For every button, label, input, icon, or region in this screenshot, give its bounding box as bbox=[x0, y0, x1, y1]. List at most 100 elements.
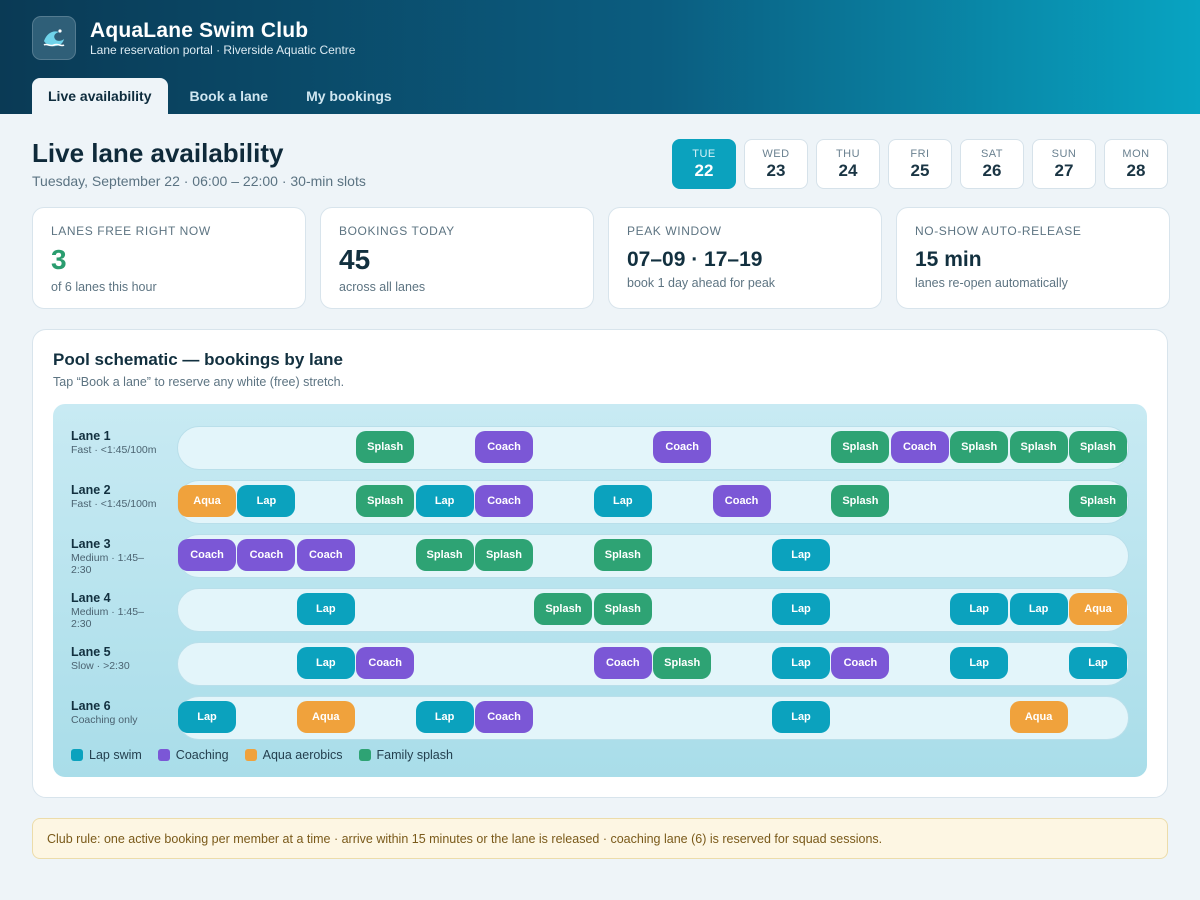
booking-block-lap[interactable]: Lap bbox=[772, 593, 830, 625]
booking-block-coach[interactable]: Coach bbox=[890, 431, 949, 463]
booking-block-coach[interactable]: Coach bbox=[178, 539, 236, 571]
day-button-tue[interactable]: TUE 22 bbox=[672, 139, 736, 189]
stat-value: 45 bbox=[339, 244, 371, 275]
lane-track[interactable]: Splash Coach Coach Splash Coach Splash Splash S… bbox=[177, 426, 1129, 470]
day-date: 26 bbox=[982, 160, 1002, 180]
booking-block-lap[interactable]: Lap bbox=[1009, 593, 1068, 625]
booking-block-coach[interactable]: Coach bbox=[475, 701, 533, 733]
day-button-thu[interactable]: THU 24 bbox=[816, 139, 880, 189]
booking-block-splash[interactable]: Splash bbox=[1069, 431, 1127, 463]
booking-block-splash[interactable]: Splash bbox=[593, 593, 652, 625]
booking-block-lap[interactable]: Lap bbox=[415, 485, 474, 517]
lane-description: Coaching only bbox=[71, 714, 138, 726]
lane-row: Lane 2 Fast · <1:45/100m Aqua Lap Splash Lap C… bbox=[53, 480, 1147, 524]
lane-name: Lane 6 bbox=[71, 699, 111, 713]
app-title: AquaLane Swim Club bbox=[90, 19, 309, 42]
day-button-mon[interactable]: MON 28 bbox=[1104, 139, 1168, 189]
booking-block-coach[interactable]: Coach bbox=[237, 539, 296, 571]
booking-block-aqua[interactable]: Aqua bbox=[1009, 701, 1068, 733]
legend-item-lap: Lap swim bbox=[71, 748, 142, 762]
stat-label: LANES FREE RIGHT NOW bbox=[51, 224, 211, 238]
day-button-fri[interactable]: FRI 25 bbox=[888, 139, 952, 189]
booking-block-coach[interactable]: Coach bbox=[712, 485, 771, 517]
lane-track[interactable]: Aqua Lap Splash Lap Coach Lap Coach Splash Splas… bbox=[177, 480, 1129, 524]
booking-block-splash[interactable]: Splash bbox=[831, 431, 890, 463]
pool-title: Pool schematic — bookings by lane bbox=[53, 350, 344, 369]
legend: Lap swim Coaching Aqua aerobics Family spla… bbox=[71, 748, 469, 762]
booking-block-splash[interactable]: Splash bbox=[653, 647, 712, 679]
booking-block-splash[interactable]: Splash bbox=[593, 539, 652, 571]
tab-live-availability[interactable]: Live availability bbox=[32, 78, 168, 114]
booking-block-coach[interactable]: Coach bbox=[296, 539, 355, 571]
tab-my-bookings[interactable]: My bookings bbox=[290, 78, 408, 114]
day-date: 22 bbox=[694, 160, 714, 180]
day-button-wed[interactable]: WED 23 bbox=[744, 139, 808, 189]
lane-track[interactable]: Lap Splash Splash Lap Lap Lap Aqua bbox=[177, 588, 1129, 632]
booking-block-coach[interactable]: Coach bbox=[831, 647, 890, 679]
legend-label: Aqua aerobics bbox=[262, 748, 343, 762]
booking-block-coach[interactable]: Coach bbox=[653, 431, 712, 463]
booking-block-lap[interactable]: Lap bbox=[772, 701, 830, 733]
booking-block-lap[interactable]: Lap bbox=[415, 701, 474, 733]
lane-description: Slow · >2:30 bbox=[71, 660, 130, 672]
booking-block-lap[interactable]: Lap bbox=[296, 593, 355, 625]
booking-block-coach[interactable]: Coach bbox=[475, 431, 533, 463]
lane-description: Fast · <1:45/100m bbox=[71, 444, 157, 456]
booking-block-lap[interactable]: Lap bbox=[950, 593, 1009, 625]
booking-block-lap[interactable]: Lap bbox=[593, 485, 652, 517]
lane-row: Lane 6 Coaching only Lap Aqua Lap Coach Lap Aqu… bbox=[53, 696, 1147, 740]
day-weekday: WED bbox=[762, 147, 790, 160]
legend-label: Lap swim bbox=[89, 748, 142, 762]
booking-block-aqua[interactable]: Aqua bbox=[296, 701, 355, 733]
tab-book-a-lane[interactable]: Book a lane bbox=[174, 78, 285, 114]
lane-name: Lane 4 bbox=[71, 591, 111, 605]
lane-description: Fast · <1:45/100m bbox=[71, 498, 157, 510]
pool-schematic-card: Pool schematic — bookings by lane Tap “B… bbox=[32, 329, 1168, 798]
day-date: 27 bbox=[1054, 160, 1074, 180]
booking-block-lap[interactable]: Lap bbox=[772, 647, 830, 679]
stat-label: PEAK WINDOW bbox=[627, 224, 722, 238]
lane-name: Lane 5 bbox=[71, 645, 111, 659]
booking-block-lap[interactable]: Lap bbox=[296, 647, 355, 679]
booking-block-aqua[interactable]: Aqua bbox=[178, 485, 236, 517]
booking-block-splash[interactable]: Splash bbox=[356, 485, 415, 517]
stat-hint: lanes re-open automatically bbox=[915, 276, 1068, 290]
booking-block-lap[interactable]: Lap bbox=[950, 647, 1009, 679]
legend-swatch bbox=[358, 749, 371, 761]
stat-value: 15 min bbox=[915, 248, 982, 271]
lane-description: Medium · 1:45–2:30 bbox=[71, 552, 144, 576]
lane-row: Lane 4 Medium · 1:45–2:30 Lap Splash Splash L… bbox=[53, 588, 1147, 632]
legend-label: Coaching bbox=[175, 748, 229, 762]
booking-block-splash[interactable]: Splash bbox=[1009, 431, 1068, 463]
booking-block-lap[interactable]: Lap bbox=[237, 485, 296, 517]
day-picker: TUE 22 WED 23 THU 24 FRI 25 SAT 26 SUN 27 MON 2… bbox=[672, 139, 1168, 189]
booking-block-lap[interactable]: Lap bbox=[1069, 647, 1127, 679]
booking-block-splash[interactable]: Splash bbox=[415, 539, 474, 571]
booking-block-lap[interactable]: Lap bbox=[178, 701, 236, 733]
app-subtitle: Lane reservation portal · Riverside Aqua… bbox=[90, 43, 356, 57]
lane-track[interactable]: Lap Aqua Lap Coach Lap Aqua bbox=[177, 696, 1129, 740]
booking-block-splash[interactable]: Splash bbox=[356, 431, 415, 463]
stat-value: 3 bbox=[51, 244, 67, 275]
booking-block-splash[interactable]: Splash bbox=[950, 431, 1009, 463]
booking-block-splash[interactable]: Splash bbox=[1069, 485, 1127, 517]
day-date: 28 bbox=[1126, 160, 1146, 180]
lane-track[interactable]: Coach Coach Coach Splash Splash Splash Lap bbox=[177, 534, 1129, 578]
stat-hint: of 6 lanes this hour bbox=[51, 280, 157, 294]
day-button-sun[interactable]: SUN 27 bbox=[1032, 139, 1096, 189]
stat-card-lanes-free: LANES FREE RIGHT NOW 3 of 6 lanes this h… bbox=[32, 207, 306, 309]
booking-block-lap[interactable]: Lap bbox=[772, 539, 830, 571]
wave-icon bbox=[32, 16, 76, 60]
lane-track[interactable]: Lap Coach Coach Splash Lap Coach Lap Lap bbox=[177, 642, 1129, 686]
booking-block-coach[interactable]: Coach bbox=[475, 485, 533, 517]
lane-name: Lane 1 bbox=[71, 429, 111, 443]
booking-block-splash[interactable]: Splash bbox=[534, 593, 593, 625]
booking-block-coach[interactable]: Coach bbox=[593, 647, 652, 679]
day-button-sat[interactable]: SAT 26 bbox=[960, 139, 1024, 189]
booking-block-splash[interactable]: Splash bbox=[831, 485, 890, 517]
page-title: Live lane availability bbox=[32, 138, 284, 168]
booking-block-aqua[interactable]: Aqua bbox=[1069, 593, 1127, 625]
booking-block-coach[interactable]: Coach bbox=[356, 647, 415, 679]
legend-swatch bbox=[244, 749, 257, 761]
booking-block-splash[interactable]: Splash bbox=[475, 539, 533, 571]
